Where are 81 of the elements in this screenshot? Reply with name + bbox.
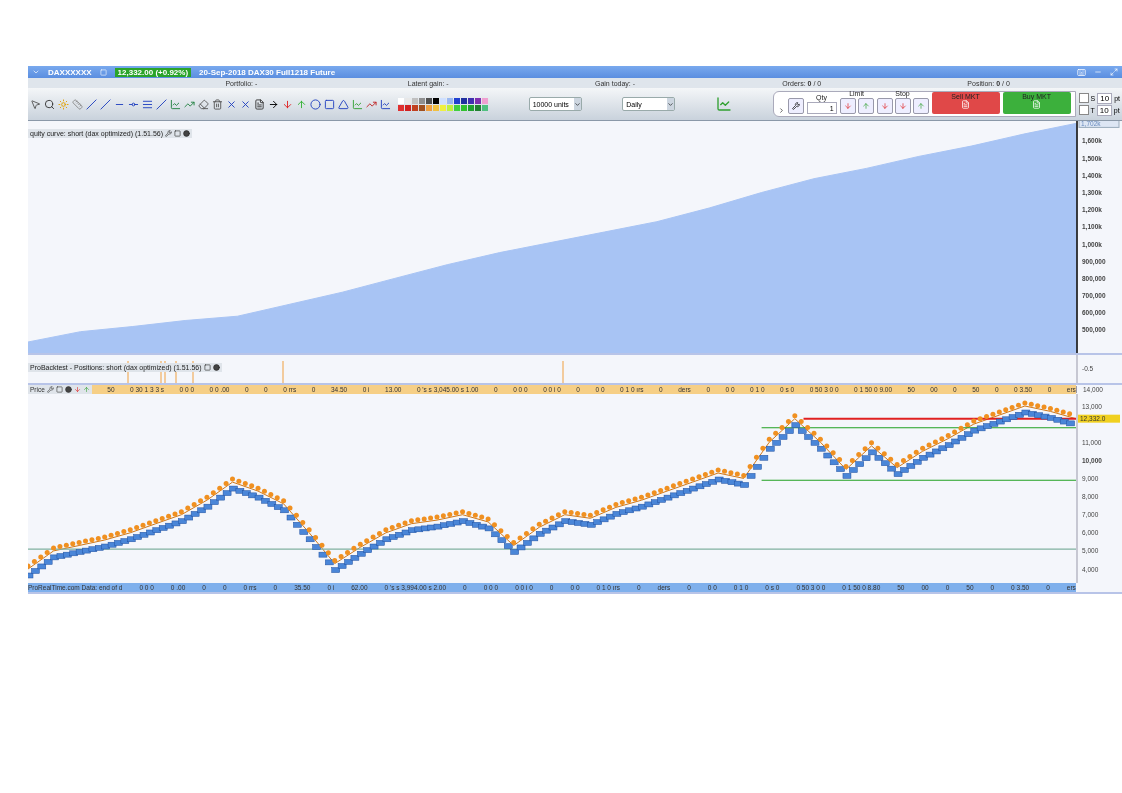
price-tag: 12,332.00 (+0.92%): [114, 67, 192, 77]
color-swatch[interactable]: [419, 104, 425, 111]
position-marker: [282, 360, 284, 383]
arrow-down-icon[interactable]: [282, 98, 293, 110]
chart-icon[interactable]: [352, 98, 363, 110]
points-field[interactable]: 10: [1096, 104, 1112, 116]
checkbox[interactable]: [1078, 93, 1089, 103]
color-swatch[interactable]: [426, 104, 432, 111]
dropdown-icon: [667, 100, 675, 108]
color-swatch[interactable]: [475, 104, 481, 111]
stop-button[interactable]: [876, 98, 893, 114]
color-swatch[interactable]: [454, 104, 460, 111]
color-swatch[interactable]: [440, 104, 446, 111]
color-swatch[interactable]: [482, 104, 488, 111]
color-swatch[interactable]: [454, 97, 460, 104]
points-field[interactable]: 10: [1097, 92, 1113, 104]
position-marker: [562, 360, 564, 383]
document-icon: [961, 100, 971, 109]
wrench-icon: [791, 102, 800, 110]
expand-icon[interactable]: [777, 107, 785, 114]
line-icon[interactable]: [86, 98, 97, 110]
wrench-icon[interactable]: [46, 386, 54, 393]
color-swatch[interactable]: [447, 97, 453, 104]
color-swatch[interactable]: [440, 97, 446, 104]
arrow-up-icon[interactable]: [296, 98, 307, 110]
rectangle-icon[interactable]: [324, 98, 335, 110]
color-swatch[interactable]: [405, 97, 411, 104]
arrow-up-icon: [861, 102, 870, 110]
arrow-right-icon[interactable]: [268, 98, 279, 110]
arrow-down-icon: [843, 102, 852, 110]
trash-icon[interactable]: [212, 98, 223, 110]
color-swatch[interactable]: [475, 97, 481, 104]
color-swatch[interactable]: [468, 97, 474, 104]
color-swatch[interactable]: [419, 97, 425, 104]
chart-icon[interactable]: [170, 98, 181, 110]
color-swatch[interactable]: [482, 97, 488, 104]
color-swatch[interactable]: [461, 104, 467, 111]
color-swatch[interactable]: [426, 97, 432, 104]
keyboard-icon[interactable]: [1077, 67, 1086, 77]
arrow-down-icon: [880, 102, 889, 110]
limit-button[interactable]: [839, 98, 856, 114]
color-swatch[interactable]: [433, 104, 439, 111]
search-icon[interactable]: [44, 98, 55, 110]
checkbox[interactable]: [1078, 105, 1089, 115]
close-icon[interactable]: [212, 364, 220, 371]
line-icon[interactable]: [100, 98, 111, 110]
close-icon[interactable]: [183, 130, 191, 137]
color-swatch[interactable]: [398, 104, 404, 111]
arrow-up-icon[interactable]: [82, 386, 90, 393]
symbol-name: DAXXXXXX: [48, 67, 92, 77]
document-icon: [1032, 100, 1042, 109]
color-swatch[interactable]: [412, 97, 418, 104]
lines-icon[interactable]: [142, 98, 153, 110]
instrument-name: 20-Sep-2018 DAX30 Full1218 Future: [199, 67, 336, 77]
color-swatch[interactable]: [468, 104, 474, 111]
color-swatch[interactable]: [461, 97, 467, 104]
eraser-icon[interactable]: [198, 98, 209, 110]
circle-icon[interactable]: [310, 98, 321, 110]
pointer-icon[interactable]: [30, 98, 41, 110]
arrow-down-icon: [898, 102, 907, 110]
arrow-up-icon: [916, 102, 925, 110]
close-icon[interactable]: [64, 386, 72, 393]
triangle-icon[interactable]: [338, 98, 349, 110]
cross-icon[interactable]: [226, 98, 237, 110]
limit-button[interactable]: [857, 98, 874, 114]
stop-button[interactable]: [894, 98, 911, 114]
dropdown-icon[interactable]: [32, 68, 40, 76]
color-swatch[interactable]: [412, 104, 418, 111]
dropdown-icon: [573, 100, 581, 108]
chart-type-icon[interactable]: [715, 96, 732, 112]
settings-button[interactable]: [787, 98, 804, 114]
color-swatch[interactable]: [447, 104, 453, 111]
line-icon[interactable]: [156, 98, 167, 110]
wrench-icon[interactable]: [165, 130, 173, 137]
color-swatch[interactable]: [405, 104, 411, 111]
stop-button[interactable]: [912, 98, 929, 114]
color-swatch[interactable]: [433, 97, 439, 104]
chart-icon[interactable]: [380, 98, 391, 110]
cross-icon[interactable]: [240, 98, 251, 110]
restore-icon[interactable]: [1110, 68, 1118, 76]
color-swatch[interactable]: [398, 97, 404, 104]
